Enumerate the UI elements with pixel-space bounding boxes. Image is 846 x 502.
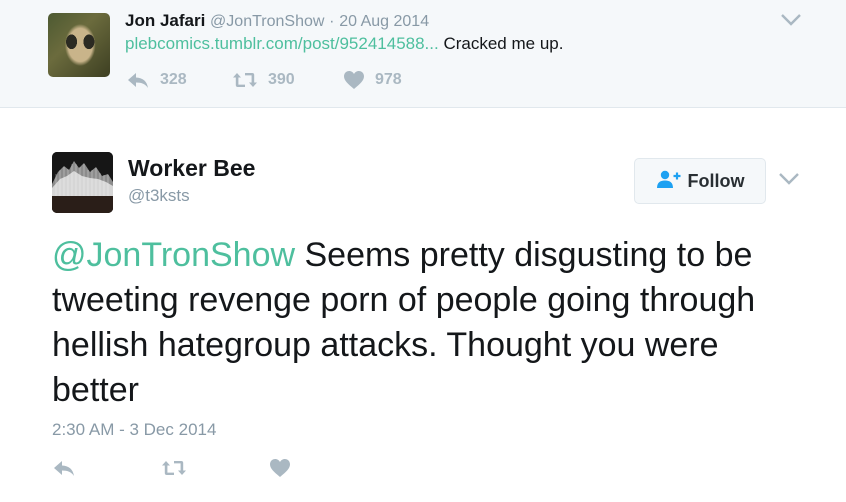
follow-button[interactable]: Follow xyxy=(634,158,766,204)
heart-icon xyxy=(269,458,291,478)
tweet-link[interactable]: plebcomics.tumblr.com/post/952414588... xyxy=(125,34,439,53)
like-count: 978 xyxy=(375,71,402,88)
tweet-date[interactable]: 20 Aug 2014 xyxy=(339,13,429,30)
reply-icon xyxy=(126,71,150,89)
like-button[interactable]: 978 xyxy=(343,68,402,92)
heart-icon xyxy=(343,70,365,90)
parent-tweet-header: Jon Jafari @JonTronShow · 20 Aug 2014 xyxy=(125,11,429,31)
retweet-icon xyxy=(161,459,187,477)
reply-button[interactable] xyxy=(52,456,76,480)
mention-link[interactable]: @JonTronShow xyxy=(52,236,295,274)
add-user-icon xyxy=(656,169,682,194)
tweet-timestamp[interactable]: 2:30 AM - 3 Dec 2014 xyxy=(52,420,216,440)
tweet-text: Cracked me up. xyxy=(438,34,564,53)
retweet-button[interactable] xyxy=(161,456,187,480)
avatar[interactable] xyxy=(48,13,110,77)
reply-button[interactable]: 328 xyxy=(126,68,187,92)
separator-dot: · xyxy=(329,13,335,30)
parent-tweet[interactable]: Jon Jafari @JonTronShow · 20 Aug 2014 pl… xyxy=(0,0,846,108)
chevron-down-icon[interactable] xyxy=(778,172,800,186)
retweet-button[interactable]: 390 xyxy=(232,68,295,92)
author-handle[interactable]: @JonTronShow xyxy=(210,13,324,30)
author-name[interactable]: Worker Bee xyxy=(128,155,255,182)
retweet-icon xyxy=(232,71,258,89)
parent-tweet-text: plebcomics.tumblr.com/post/952414588... … xyxy=(125,34,563,54)
author-name[interactable]: Jon Jafari xyxy=(125,11,205,30)
reply-count: 328 xyxy=(160,71,187,88)
chevron-down-icon[interactable] xyxy=(780,13,802,27)
avatar[interactable] xyxy=(52,152,113,213)
follow-label: Follow xyxy=(687,170,745,191)
tweet-text: @JonTronShow Seems pretty disgusting to … xyxy=(52,233,812,413)
like-button[interactable] xyxy=(269,456,291,480)
author-handle[interactable]: @t3ksts xyxy=(128,186,190,206)
reply-icon xyxy=(52,459,76,477)
retweet-count: 390 xyxy=(268,71,295,88)
